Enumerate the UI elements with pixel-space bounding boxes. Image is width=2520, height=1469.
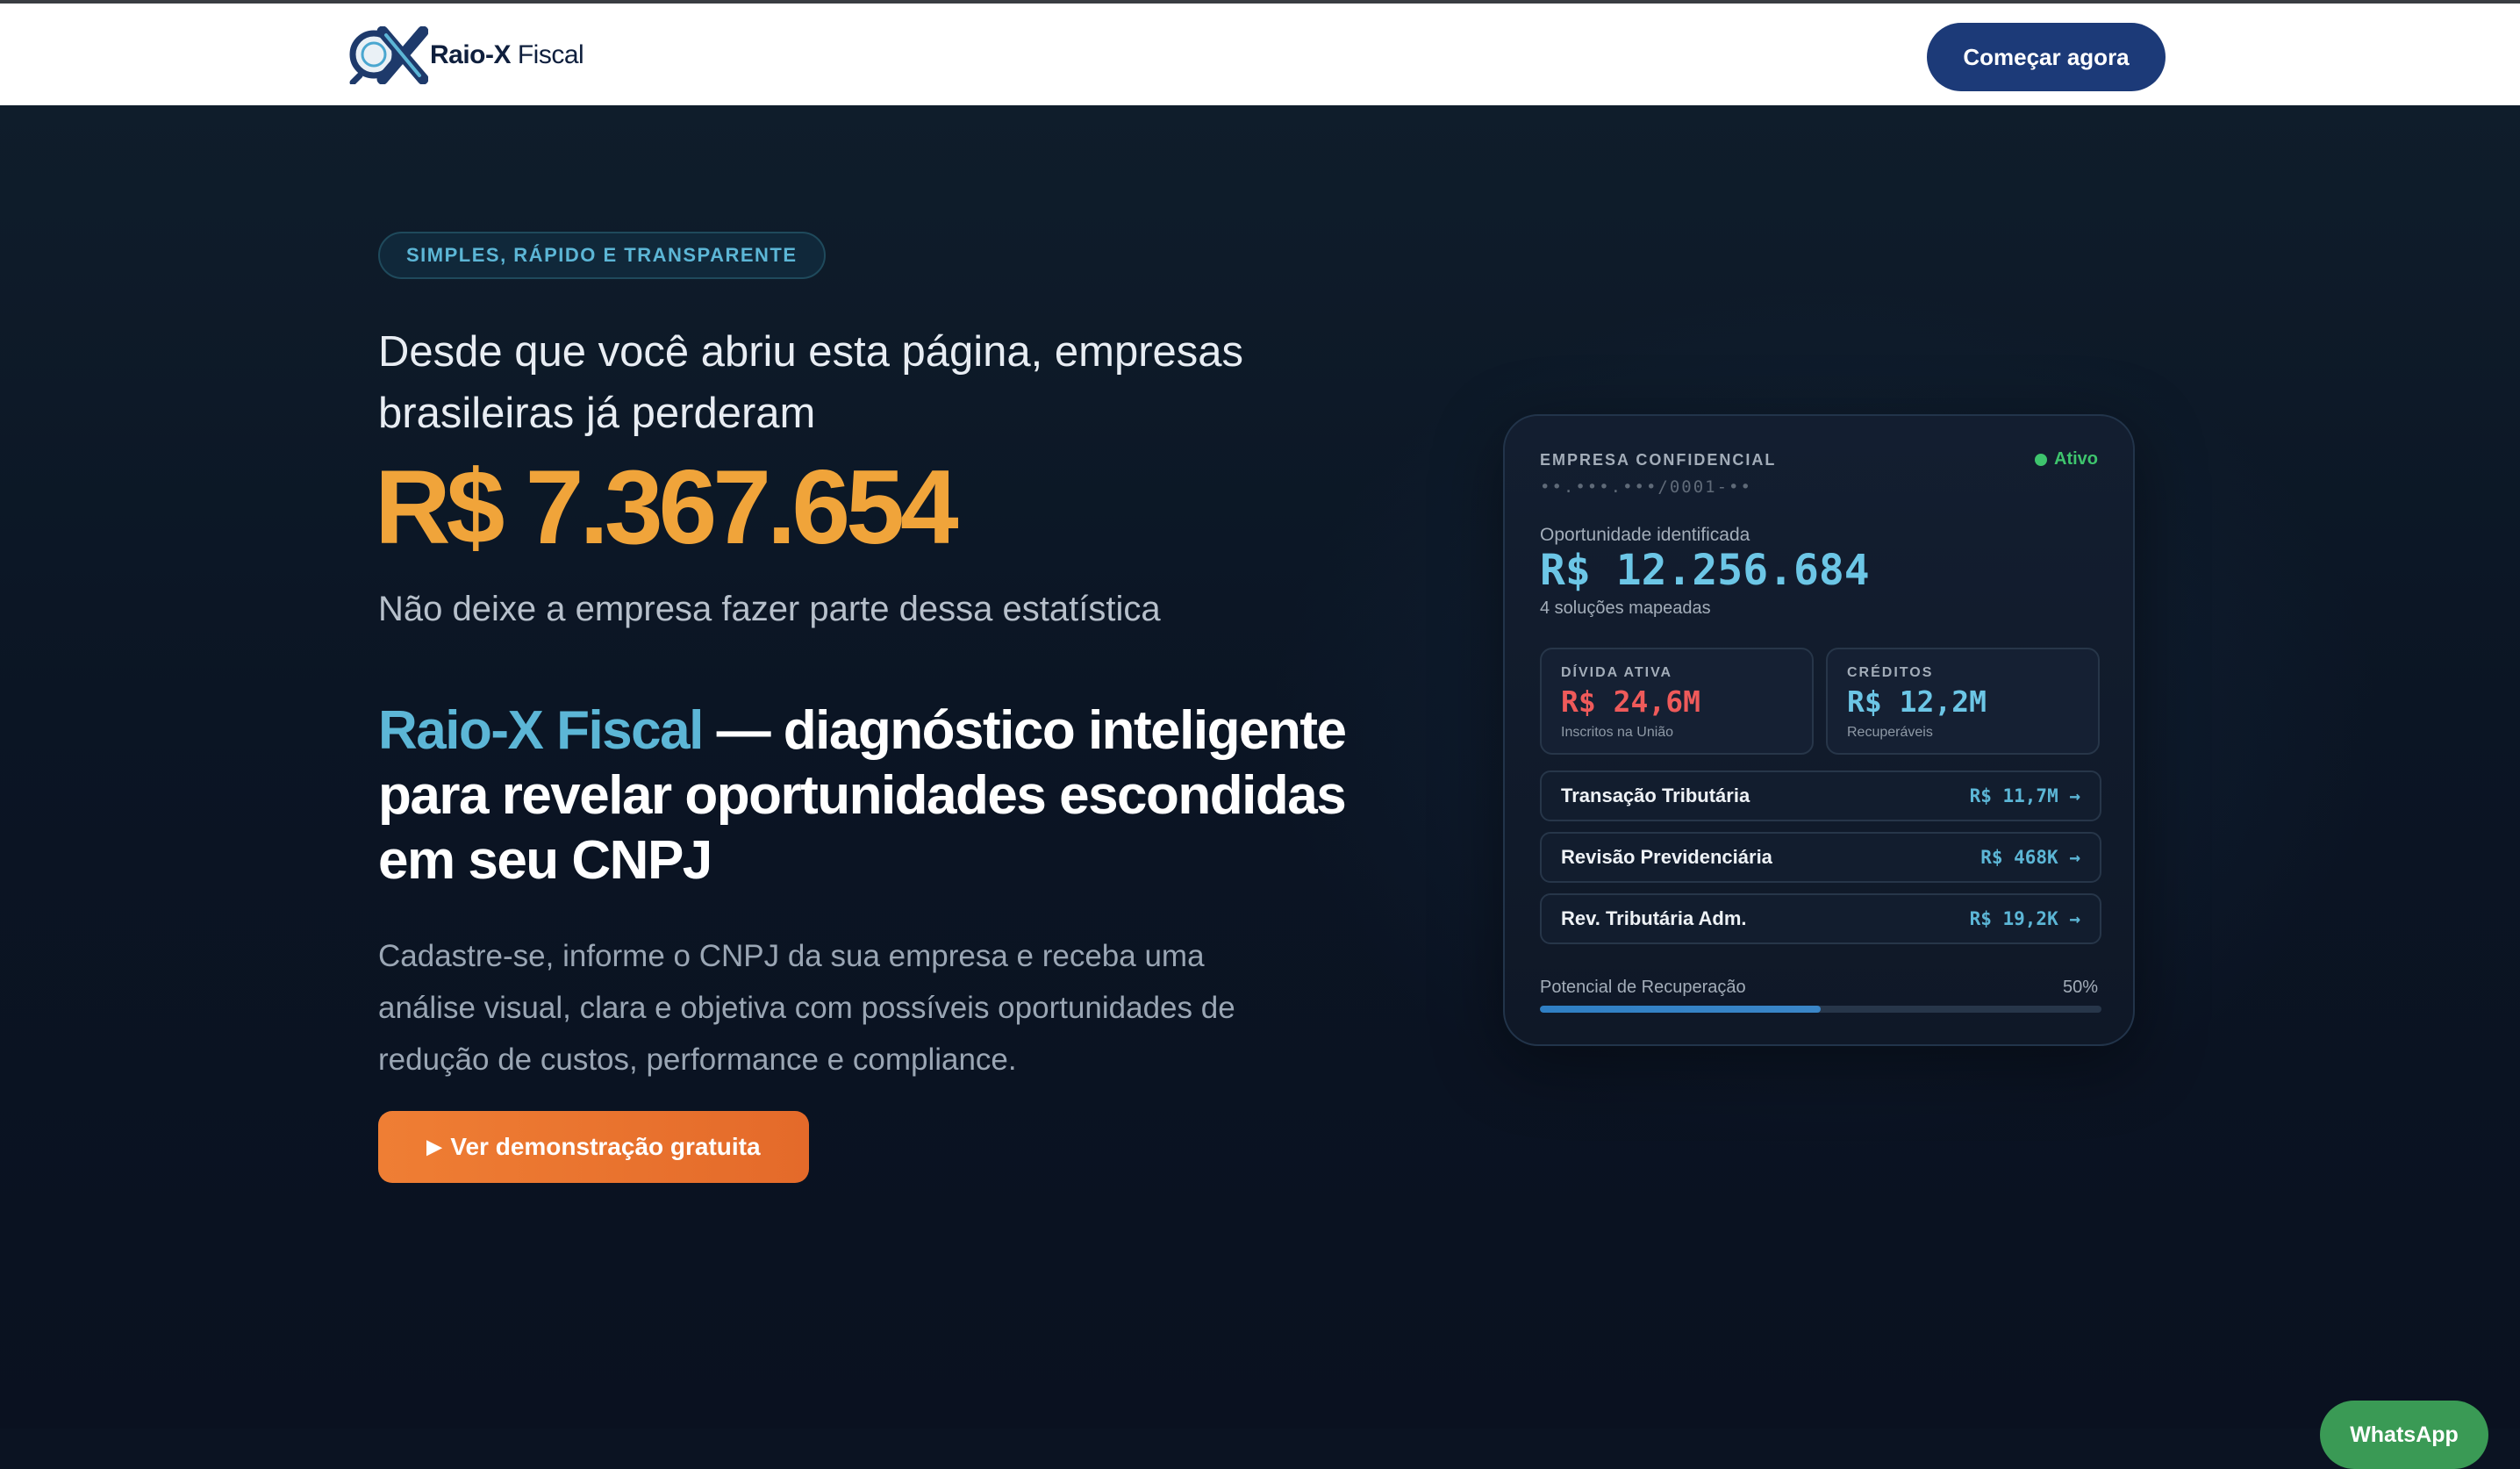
opportunity-value: R$ 12.256.684	[1540, 546, 1870, 595]
tagline-badge: SIMPLES, RÁPIDO E TRANSPARENTE	[378, 232, 826, 279]
stat-label: DÍVIDA ATIVA	[1561, 665, 1673, 680]
row-value: R$ 11,7M →	[1969, 785, 2080, 806]
lead-text: Desde que você abriu esta página, empres…	[378, 328, 1244, 437]
recovery-progress-fill	[1540, 1006, 1821, 1013]
row-label: Rev. Tributária Adm.	[1561, 907, 1747, 929]
description: Cadastre-se, informe o CNPJ da sua empre…	[378, 939, 1235, 1077]
recovery-potential-value: 50%	[2062, 978, 2098, 997]
company-label: EMPRESA CONFIDENCIAL	[1540, 451, 1777, 469]
play-icon: ▶	[426, 1136, 442, 1157]
row-label: Transação Tributária	[1561, 785, 1750, 806]
solution-row-tributaria-adm[interactable]: Rev. Tributária Adm. R$ 19,2K →	[1540, 893, 2101, 944]
loss-counter: R$ 7.367.654	[375, 448, 959, 566]
main-headline: Raio-X Fiscal — diagnóstico inteligente …	[378, 699, 1378, 893]
row-value: R$ 19,2K →	[1969, 908, 2080, 929]
status-text: Ativo	[2054, 449, 2098, 469]
stat-credits: CRÉDITOS R$ 12,2M Recuperáveis	[1826, 648, 2100, 755]
start-now-button[interactable]: Começar agora	[1927, 23, 2166, 91]
opportunity-sub: 4 soluções mapeadas	[1540, 598, 1711, 618]
company-card: EMPRESA CONFIDENCIAL ••.•••.•••/0001-•• …	[1503, 414, 2135, 1046]
row-label: Revisão Previdenciária	[1561, 846, 1772, 868]
stat-value: R$ 24,6M	[1561, 684, 1700, 719]
solution-row-transacao[interactable]: Transação Tributária R$ 11,7M →	[1540, 770, 2101, 821]
solution-row-previdenciaria[interactable]: Revisão Previdenciária R$ 468K →	[1540, 832, 2101, 883]
stat-active-debt: DÍVIDA ATIVA R$ 24,6M Inscritos na União	[1540, 648, 1814, 755]
free-demo-button[interactable]: ▶ Ver demonstração gratuita	[378, 1111, 809, 1183]
subtitle: Não deixe a empresa fazer parte dessa es…	[378, 590, 1161, 628]
status-dot-icon	[2035, 453, 2047, 466]
cnpj-mask: ••.•••.•••/0001-••	[1540, 477, 1752, 497]
opportunity-label: Oportunidade identificada	[1540, 525, 1750, 545]
status-badge: Ativo	[2035, 449, 2098, 469]
recovery-potential-label: Potencial de Recuperação	[1540, 978, 1746, 997]
free-demo-label: Ver demonstração gratuita	[450, 1133, 761, 1160]
headline-brand: Raio-X Fiscal	[378, 700, 704, 761]
whatsapp-button[interactable]: WhatsApp	[2320, 1401, 2488, 1469]
stat-note: Inscritos na União	[1561, 725, 1674, 740]
row-value: R$ 468K →	[1980, 847, 2080, 868]
logo-text: Raio-X Fiscal	[430, 40, 584, 69]
stat-label: CRÉDITOS	[1847, 665, 1934, 680]
logo[interactable]: Raio-X Fiscal	[347, 26, 584, 84]
recovery-progress-bar	[1540, 1006, 2101, 1013]
navbar: Raio-X Fiscal Começar agora	[0, 4, 2520, 105]
stat-note: Recuperáveis	[1847, 725, 1933, 740]
hero-section: SIMPLES, RÁPIDO E TRANSPARENTE Desde que…	[0, 105, 2520, 1469]
raio-x-logo-icon	[349, 26, 428, 84]
stat-value: R$ 12,2M	[1847, 684, 1987, 719]
